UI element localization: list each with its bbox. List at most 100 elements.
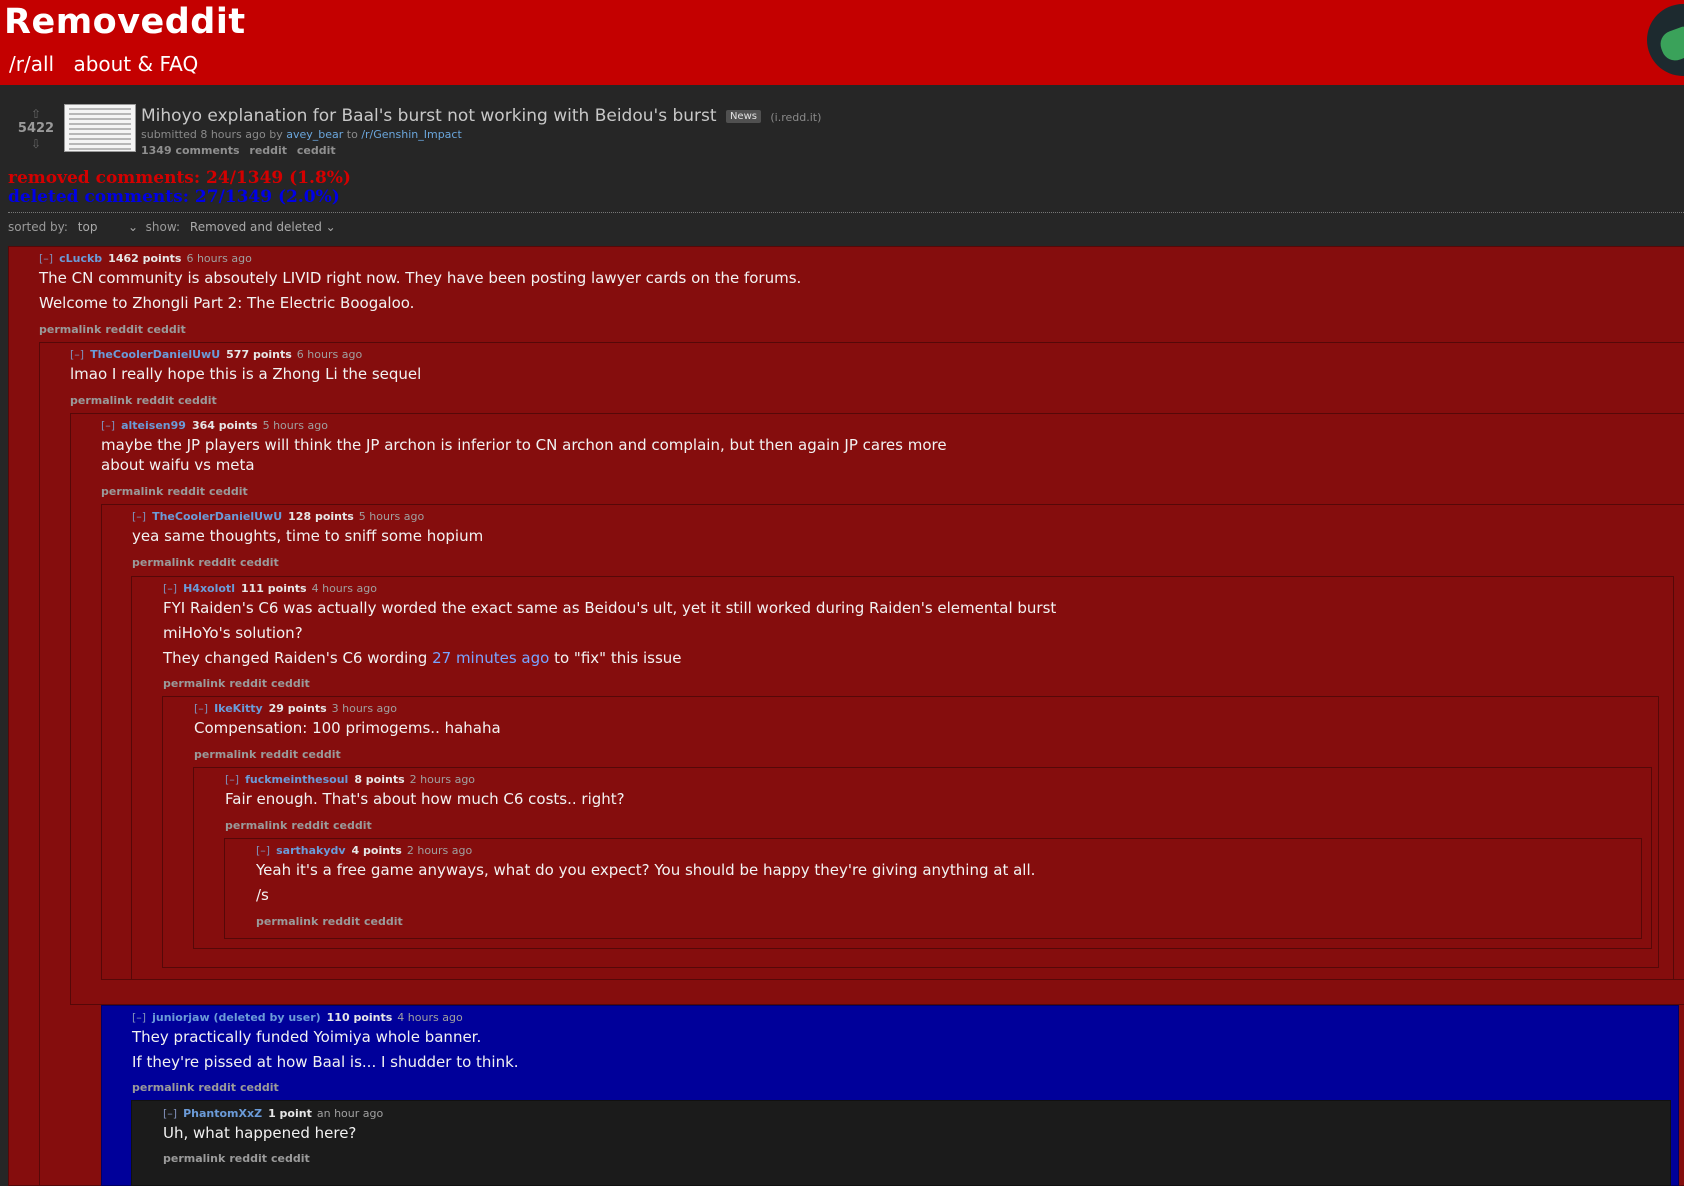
ceddit-link[interactable]: ceddit — [364, 915, 403, 928]
reddit-link[interactable]: reddit — [291, 819, 329, 832]
permalink-link[interactable]: permalink — [132, 556, 194, 569]
post-links: 1349 comments reddit ceddit — [141, 144, 342, 157]
collapse-toggle[interactable]: [–] — [132, 510, 146, 523]
sort-select[interactable]: top ⌄ — [78, 220, 138, 234]
comment-header: [–] TheCoolerDanielUwU 577 points 6 hours a… — [70, 348, 362, 361]
post-subreddit[interactable]: /r/Genshin_Impact — [361, 128, 461, 141]
comment-links: permalink reddit ceddit — [132, 556, 283, 569]
permalink-link[interactable]: permalink — [163, 677, 225, 690]
collapse-toggle[interactable]: [–] — [163, 582, 177, 595]
comment-inline-link[interactable]: 27 minutes ago — [432, 649, 549, 667]
downvote-arrow-icon[interactable]: ⇩ — [16, 138, 56, 150]
ceddit-link[interactable]: ceddit — [240, 556, 279, 569]
comment-header: [–] PhantomXxZ 1 point an hour ago — [163, 1107, 383, 1120]
permalink-link[interactable]: permalink — [163, 1152, 225, 1165]
reddit-link[interactable]: reddit — [229, 1152, 267, 1165]
comment-text: Fair enough. That's about how much C6 co… — [225, 790, 625, 808]
comments-count-link[interactable]: 1349 comments — [141, 144, 240, 157]
comment-header: [–] alteisen99 364 points 5 hours ago — [101, 419, 328, 432]
collapse-toggle[interactable]: [–] — [256, 844, 270, 857]
comment-age: 4 hours ago — [311, 582, 377, 595]
reddit-link[interactable]: reddit — [198, 556, 236, 569]
ceddit-link[interactable]: ceddit — [147, 323, 186, 336]
ceddit-link[interactable]: ceddit — [302, 748, 341, 761]
collapse-toggle[interactable]: [–] — [194, 702, 208, 715]
submitted-time: 8 hours ago — [200, 128, 266, 141]
comment-author[interactable]: fuckmeinthesoul — [245, 773, 348, 786]
post-ceddit-link[interactable]: ceddit — [297, 144, 336, 157]
reddit-link[interactable]: reddit — [167, 485, 205, 498]
ceddit-link[interactable]: ceddit — [271, 1152, 310, 1165]
show-select[interactable]: Removed and deleted ⌄ — [190, 220, 336, 234]
comment-author[interactable]: TheCoolerDanielUwU — [152, 510, 282, 523]
comment-age: 2 hours ago — [409, 773, 476, 786]
post-domain[interactable]: (i.redd.it) — [770, 111, 821, 124]
permalink-link[interactable]: permalink — [132, 1081, 194, 1094]
comment-body: The CN community is absoutely LIVID righ… — [39, 268, 801, 313]
comment-stats: removed comments: 24/1349 (1.8%) deleted… — [8, 169, 351, 207]
comment-author[interactable]: juniorjaw (deleted by user) — [152, 1011, 321, 1024]
comment-body: lmao I really hope this is a Zhong Li th… — [70, 364, 421, 384]
deleted-comments-stat: deleted comments: 27/1349 (2.0%) — [8, 187, 340, 207]
sort-controls: sorted by: top ⌄ show: Removed and delet… — [8, 220, 336, 234]
upvote-arrow-icon[interactable]: ⇧ — [16, 108, 56, 120]
post-author[interactable]: avey_bear — [286, 128, 343, 141]
reddit-link[interactable]: reddit — [105, 323, 143, 336]
comment-body: Yeah it's a free game anyways, what do y… — [256, 860, 1035, 905]
comment-author[interactable]: sarthakydv — [276, 844, 345, 857]
comment-points: 4 points — [351, 844, 402, 857]
comment-author[interactable]: alteisen99 — [121, 419, 186, 432]
permalink-link[interactable]: permalink — [39, 323, 101, 336]
ceddit-link[interactable]: ceddit — [271, 677, 310, 690]
permalink-link[interactable]: permalink — [70, 394, 132, 407]
by-label: by — [269, 128, 283, 141]
comment-author[interactable]: cLuckb — [59, 252, 102, 265]
ceddit-link[interactable]: ceddit — [333, 819, 372, 832]
comment-links: permalink reddit ceddit — [163, 1152, 314, 1165]
permalink-link[interactable]: permalink — [194, 748, 256, 761]
ceddit-link[interactable]: ceddit — [209, 485, 248, 498]
collapse-toggle[interactable]: [–] — [163, 1107, 177, 1120]
collapse-toggle[interactable]: [–] — [101, 419, 115, 432]
comment-age: 5 hours ago — [262, 419, 328, 432]
post-thumbnail[interactable] — [64, 104, 136, 152]
removed-comments-stat: removed comments: 24/1349 (1.8%) — [8, 168, 351, 188]
collapse-toggle[interactable]: [–] — [132, 1011, 146, 1024]
comment-header: [–] fuckmeinthesoul 8 points 2 hours ago — [225, 773, 475, 786]
comment-points: 29 points — [268, 702, 327, 715]
comment-body: Fair enough. That's about how much C6 co… — [225, 789, 625, 809]
comment-author[interactable]: TheCoolerDanielUwU — [90, 348, 220, 361]
comment-author[interactable]: IkeKitty — [214, 702, 263, 715]
comment-body: Compensation: 100 primogems.. hahaha — [194, 718, 501, 738]
reddit-link[interactable]: reddit — [322, 915, 360, 928]
reddit-link[interactable]: reddit — [229, 677, 267, 690]
post-title[interactable]: Mihoyo explanation for Baal's burst not … — [141, 106, 717, 126]
comment-points: 364 points — [191, 419, 258, 432]
comment-text-with-link: They changed Raiden's C6 wording 27 minu… — [163, 648, 1056, 668]
reddit-link[interactable]: reddit — [198, 1081, 236, 1094]
comment-points: 110 points — [326, 1011, 393, 1024]
site-nav: /r/all about & FAQ — [9, 52, 211, 76]
permalink-link[interactable]: permalink — [101, 485, 163, 498]
nav-about-faq[interactable]: about & FAQ — [73, 52, 198, 76]
comment-author[interactable]: PhantomXxZ — [183, 1107, 262, 1120]
site-title[interactable]: Removeddit — [4, 2, 246, 42]
comment-body: Uh, what happened here? — [163, 1123, 356, 1143]
permalink-link[interactable]: permalink — [256, 915, 318, 928]
nav-r-all[interactable]: /r/all — [9, 52, 54, 76]
collapse-toggle[interactable]: [–] — [39, 252, 53, 265]
ceddit-link[interactable]: ceddit — [178, 394, 217, 407]
ceddit-link[interactable]: ceddit — [240, 1081, 279, 1094]
collapse-toggle[interactable]: [–] — [225, 773, 239, 786]
comment-links: permalink reddit ceddit — [194, 748, 345, 761]
permalink-link[interactable]: permalink — [225, 819, 287, 832]
comment-text: Compensation: 100 primogems.. hahaha — [194, 719, 501, 737]
mascot-avatar-icon[interactable] — [1647, 4, 1684, 76]
comment-author[interactable]: H4xolotl — [183, 582, 235, 595]
show-label: show: — [145, 220, 181, 234]
reddit-link[interactable]: reddit — [136, 394, 174, 407]
collapse-toggle[interactable]: [–] — [70, 348, 84, 361]
post-reddit-link[interactable]: reddit — [249, 144, 287, 157]
vote-box: ⇧ 5422 ⇩ — [16, 108, 56, 150]
reddit-link[interactable]: reddit — [260, 748, 298, 761]
